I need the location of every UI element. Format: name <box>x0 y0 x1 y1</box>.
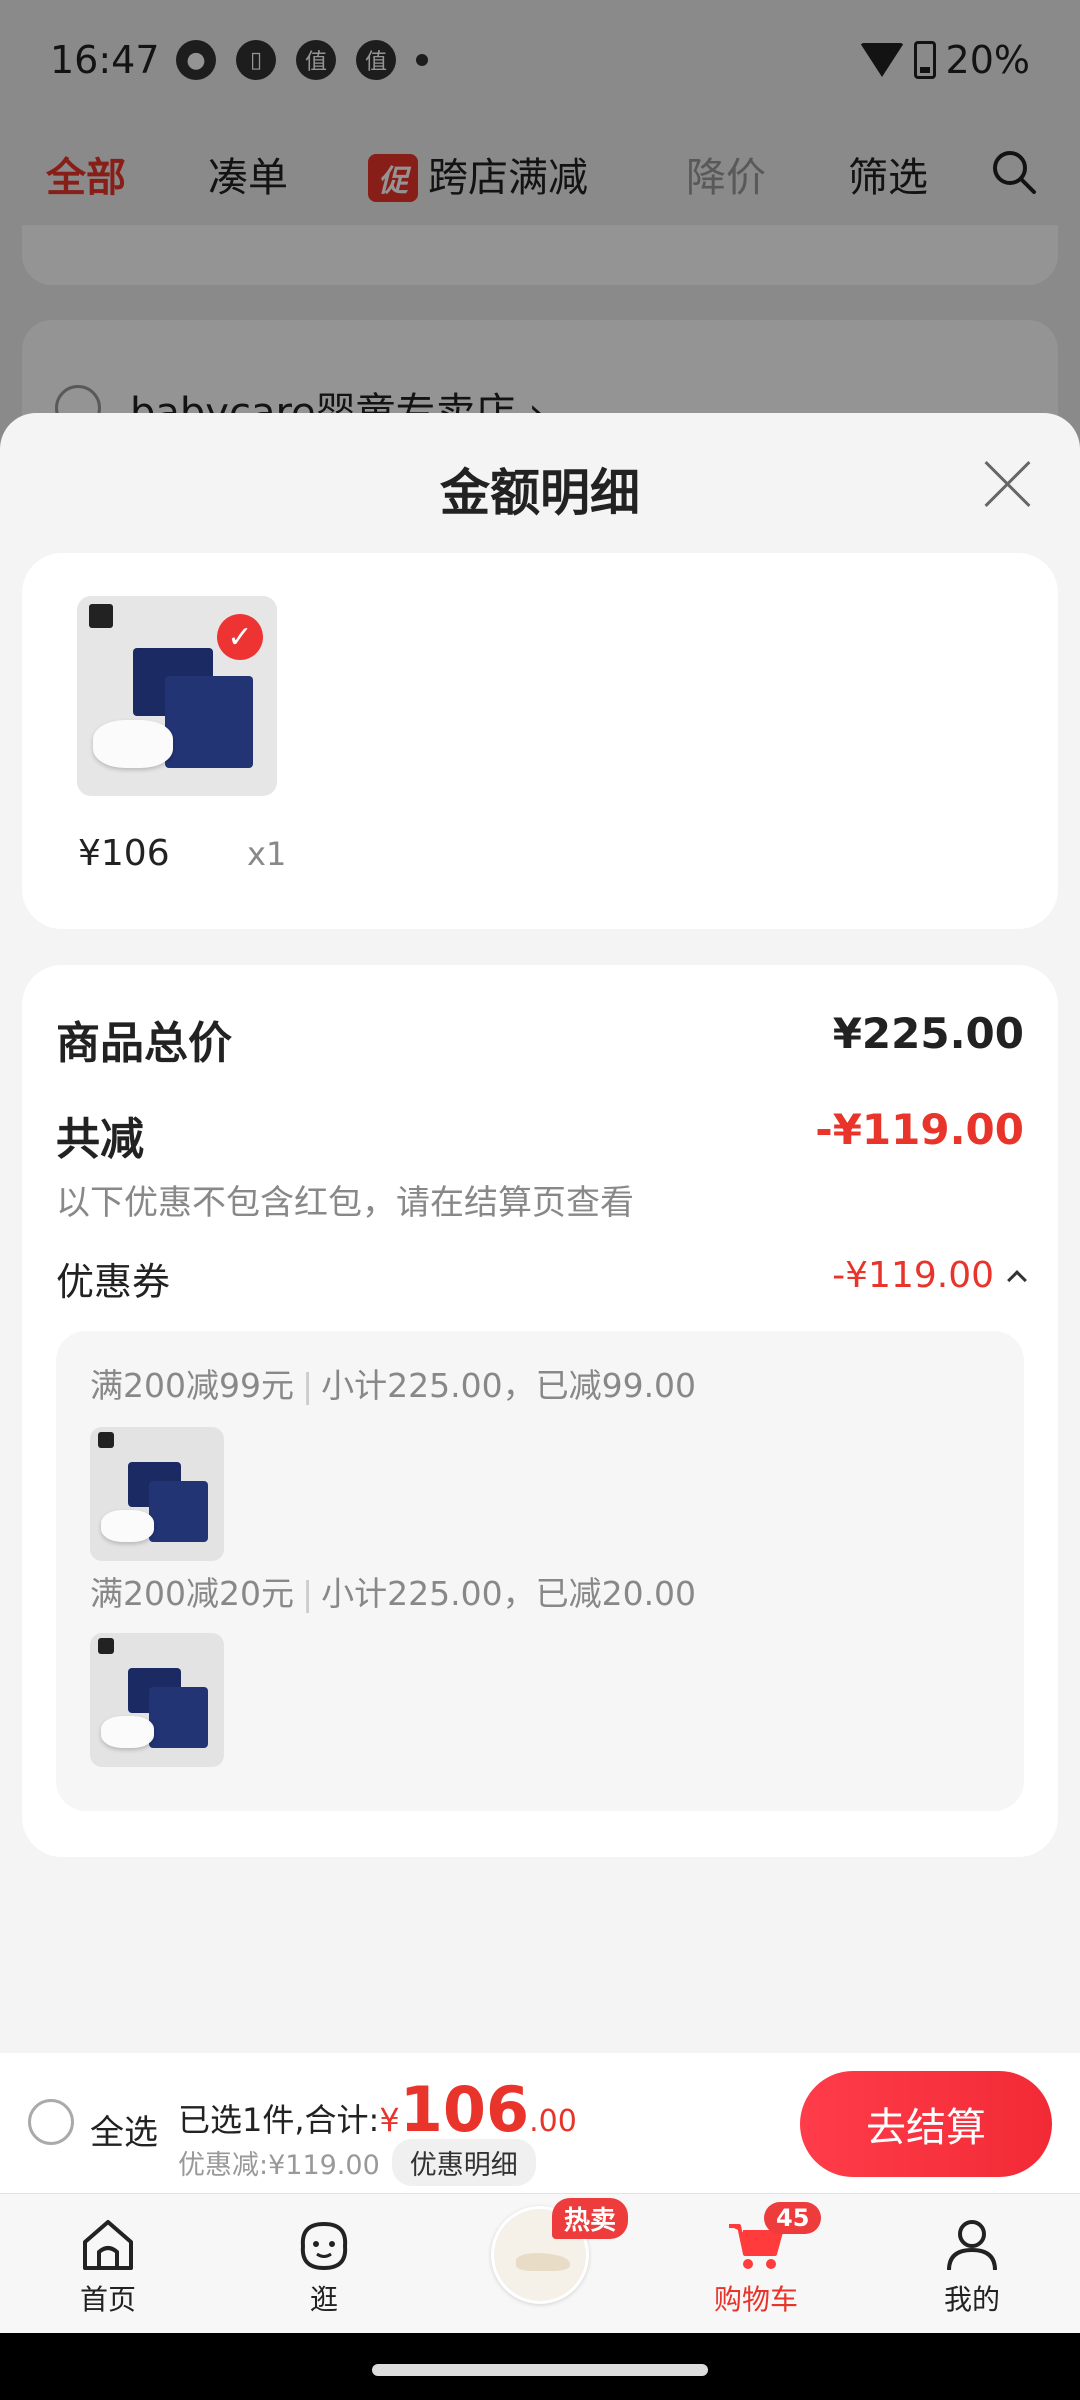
tab-home-label: 首页 <box>79 2283 136 2316</box>
coupon-value: -¥119.00 <box>832 1255 994 1296</box>
checked-icon: ✓ <box>217 614 263 660</box>
checkout-button[interactable]: 去结算 <box>800 2071 1052 2177</box>
coupon-detail: 小计225.00，已减20.00 <box>321 1574 697 1613</box>
dim-overlay[interactable] <box>0 0 1080 430</box>
coupon-line: 满200减99元 | 小计225.00，已减99.00 <box>90 1359 696 1407</box>
product-image[interactable]: ✓ <box>77 596 277 796</box>
package-box-icon <box>148 1480 208 1543</box>
coupon-details: 满200减99元 | 小计225.00，已减99.00 满200减20元 | 小计225… <box>56 1331 1024 1811</box>
sheet-title: 金额明细 <box>440 464 640 522</box>
home-indicator[interactable] <box>372 2364 708 2376</box>
amount-detail-sheet: 金额明细 ✓ ¥106 x1 商品总价 ¥225.00 共减 -¥119.00 … <box>0 413 1080 2053</box>
currency-symbol: ¥ <box>379 2101 400 2139</box>
tab-browse-label: 逛 <box>309 2283 338 2316</box>
order-summary: 已选1件,合计: ¥ 106 .00 <box>178 2073 577 2146</box>
divider: | <box>301 1366 314 1405</box>
diaper-icon <box>100 1716 155 1749</box>
coupon-rule: 满200减99元 <box>90 1366 294 1405</box>
item-quantity: x1 <box>247 835 287 873</box>
reduce-value: -¥119.00 <box>815 1105 1024 1154</box>
discount-detail-button[interactable]: 优惠明细 <box>391 2139 536 2186</box>
tab-cart-label: 购物车 <box>713 2283 798 2316</box>
cart-count-badge: 45 <box>764 2202 822 2234</box>
mascot-icon <box>300 2221 348 2271</box>
item-price: ¥106 <box>78 833 170 874</box>
tab-mine-label: 我的 <box>943 2283 1000 2316</box>
tab-hot-sale[interactable]: 热卖 <box>432 2194 648 2334</box>
coupon-toggle[interactable]: -¥119.00 <box>832 1255 1027 1296</box>
chevron-up-icon <box>1007 1269 1027 1290</box>
reduce-label: 共减 <box>56 1114 144 1165</box>
reduce-note: 以下优惠不包含红包，请在结算页查看 <box>56 1183 634 1223</box>
discount-line: 优惠减:¥119.00 优惠明细 <box>178 2139 536 2186</box>
discount-text: 优惠减:¥119.00 <box>178 2150 380 2181</box>
checkout-bar: 全选 已选1件,合计: ¥ 106 .00 优惠减:¥119.00 优惠明细 去… <box>0 2053 1080 2193</box>
brand-logo-icon <box>89 604 113 628</box>
shoe-icon <box>516 2253 570 2271</box>
close-icon[interactable] <box>982 459 1032 509</box>
coupon-label: 优惠券 <box>56 1260 171 1304</box>
diaper-icon <box>93 720 173 768</box>
bottom-tab-bar: 首页 逛 热卖 45 购物车 我的 <box>0 2193 1080 2333</box>
tab-cart[interactable]: 45 购物车 <box>648 2194 864 2334</box>
package-box-icon <box>148 1686 208 1749</box>
coupon-rule: 满200减20元 <box>90 1574 294 1613</box>
coupon-product-thumb[interactable] <box>90 1633 224 1767</box>
coupon-product-thumb[interactable] <box>90 1427 224 1561</box>
tab-home[interactable]: 首页 <box>0 2194 216 2334</box>
summary-prefix: 已选1件,合计: <box>178 2101 380 2139</box>
tab-browse[interactable]: 逛 <box>216 2194 432 2334</box>
total-integer: 106 <box>399 2073 530 2146</box>
total-label: 商品总价 <box>56 1018 232 1069</box>
system-nav-bar <box>0 2333 1080 2400</box>
selected-items-card: ✓ ¥106 x1 <box>22 553 1058 929</box>
brand-logo-icon <box>98 1432 115 1449</box>
hot-sale-tag: 热卖 <box>552 2198 629 2239</box>
select-all-radio[interactable] <box>28 2099 74 2145</box>
select-all-label[interactable]: 全选 <box>90 2105 158 2154</box>
divider: | <box>301 1574 314 1613</box>
diaper-icon <box>100 1510 155 1543</box>
brand-logo-icon <box>98 1638 115 1655</box>
coupon-line: 满200减20元 | 小计225.00，已减20.00 <box>90 1567 696 1615</box>
tab-mine[interactable]: 我的 <box>864 2194 1080 2334</box>
package-box-icon <box>165 676 253 768</box>
user-icon <box>947 2220 997 2271</box>
total-value: ¥225.00 <box>832 1009 1024 1058</box>
total-decimal: .00 <box>529 2104 577 2139</box>
coupon-detail: 小计225.00，已减99.00 <box>321 1366 697 1405</box>
home-icon <box>83 2220 133 2270</box>
price-breakdown-card: 商品总价 ¥225.00 共减 -¥119.00 以下优惠不包含红包，请在结算页… <box>22 965 1058 1857</box>
